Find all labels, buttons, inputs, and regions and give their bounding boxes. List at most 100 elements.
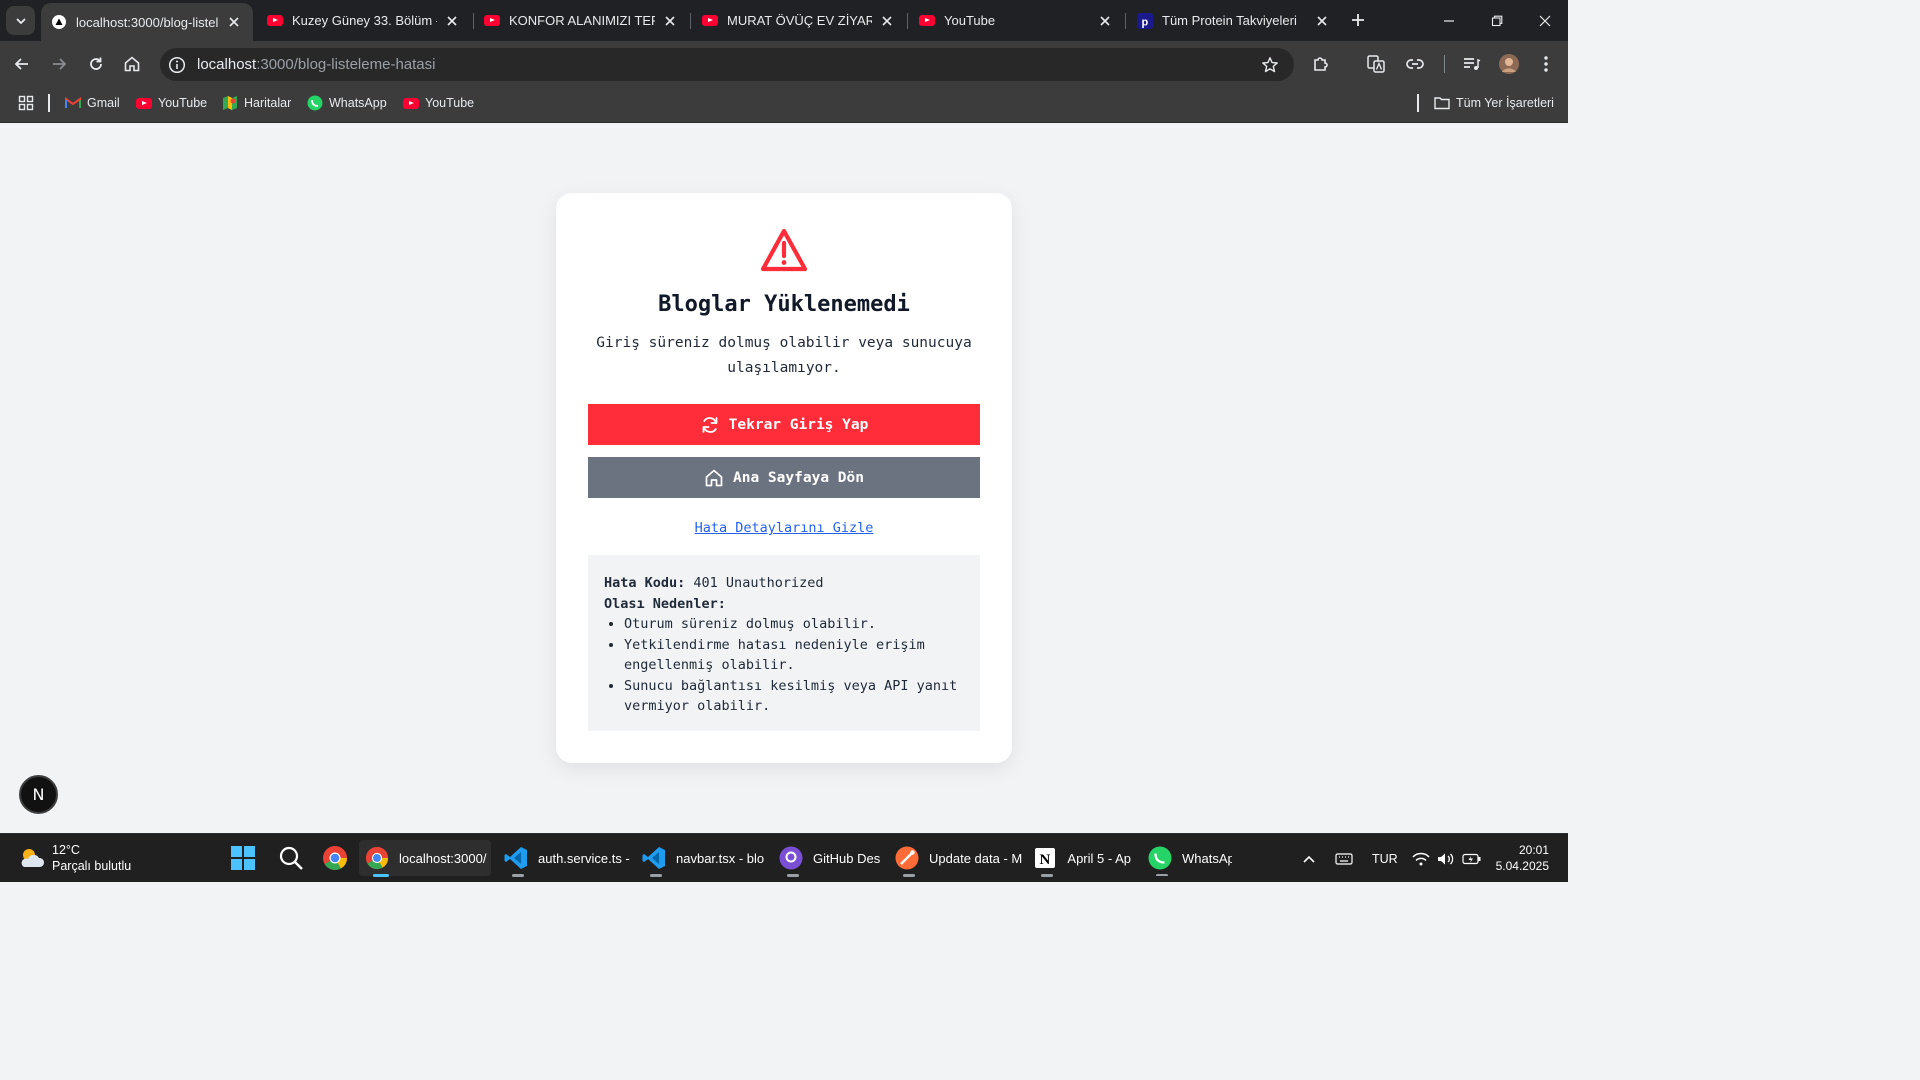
bookmark-whatsapp[interactable]: WhatsApp	[307, 94, 387, 112]
show-hidden-icons-button[interactable]	[1302, 834, 1316, 883]
whatsapp-icon	[307, 95, 323, 111]
search-button[interactable]	[272, 840, 310, 876]
chevron-up-icon	[1303, 855, 1315, 863]
profile-avatar[interactable]	[1495, 50, 1523, 78]
weather-widget[interactable]: 12°C Parçalı bulutlu	[18, 842, 131, 874]
tab-localhost[interactable]: localhost:3000/blog-listeleme-hatasi	[41, 3, 253, 41]
chrome-icon	[323, 846, 347, 871]
keyboard-button[interactable]	[1335, 834, 1353, 883]
tab-separator	[1125, 13, 1126, 29]
p-icon: p	[1137, 12, 1153, 29]
volume-button[interactable]	[1437, 834, 1455, 883]
toggle-details-link[interactable]: Hata Detaylarını Gizle	[556, 520, 1012, 536]
taskbar-app-postman[interactable]: Update data - M	[889, 840, 1022, 877]
close-icon	[1539, 15, 1551, 26]
taskbar-app-vscode-navbar[interactable]: navbar.tsx - blo	[636, 840, 768, 877]
bookmark-star-button[interactable]	[1256, 51, 1284, 79]
all-bookmarks-button[interactable]: Tüm Yer İşaretleri	[1434, 94, 1554, 112]
bookmark-label: Haritalar	[244, 96, 292, 110]
system-clock[interactable]: 20:01 5.04.2025	[1496, 842, 1549, 874]
browser-menu-button[interactable]	[1532, 50, 1560, 78]
close-tab-icon[interactable]	[443, 12, 461, 30]
youtube-icon	[484, 13, 500, 29]
youtube-icon	[702, 13, 718, 29]
translate-button[interactable]	[1362, 50, 1390, 78]
search-icon	[279, 846, 303, 870]
nextjs-dev-badge[interactable]: N	[19, 775, 58, 814]
taskbar-app-label: April 5 - Ap	[1067, 850, 1131, 866]
tab-murat-ovuc[interactable]: MURAT ÖVÜÇ EV ZİYARETİ	[692, 0, 906, 41]
forward-button[interactable]	[45, 50, 73, 78]
site-info-button[interactable]	[163, 51, 191, 79]
reload-button[interactable]	[82, 50, 110, 78]
taskbar-app-localhost[interactable]: localhost:3000/	[359, 840, 491, 877]
extensions-button[interactable]	[1307, 50, 1335, 78]
bookmark-youtube[interactable]: YouTube	[136, 94, 207, 112]
tab-title: YouTube	[944, 13, 996, 28]
close-tab-icon[interactable]	[1313, 12, 1331, 30]
go-home-label: Ana Sayfaya Dön	[733, 469, 864, 486]
bookmarks-divider	[48, 94, 50, 112]
language-indicator[interactable]: TUR	[1372, 834, 1398, 883]
taskbar-app-whatsapp[interactable]: WhatsAp	[1142, 840, 1232, 876]
taskbar-app-github-desktop[interactable]: GitHub Des	[773, 840, 883, 877]
tab-kuzey-guney[interactable]: Kuzey Güney 33. Bölüm - YouTube	[257, 0, 471, 41]
tab-youtube[interactable]: YouTube	[909, 0, 1124, 41]
minimize-button[interactable]	[1425, 0, 1473, 41]
home-icon	[705, 469, 723, 486]
link-icon	[1406, 59, 1424, 69]
tab-konfor[interactable]: KONFOR ALANIMIZI TERK ETTİK	[474, 0, 689, 41]
bookmarks-divider	[1417, 94, 1419, 112]
close-tab-icon[interactable]	[878, 12, 896, 30]
github-desktop-icon	[779, 845, 803, 871]
media-control-button[interactable]	[1457, 50, 1485, 78]
avatar-icon	[1499, 54, 1519, 74]
vscode-icon	[642, 845, 666, 871]
bookmark-label: WhatsApp	[329, 96, 387, 110]
go-home-button[interactable]: Ana Sayfaya Dön	[588, 457, 980, 498]
tab-search-button[interactable]	[6, 6, 35, 35]
restore-button[interactable]	[1473, 0, 1521, 41]
youtube-icon	[267, 13, 283, 29]
chrome-icon	[365, 845, 389, 871]
battery-button[interactable]	[1462, 834, 1482, 883]
new-tab-button[interactable]	[1344, 6, 1372, 34]
restore-icon	[1491, 15, 1503, 26]
error-message: Giriş süreniz dolmuş olabilir veya sunuc…	[596, 335, 972, 376]
link-button[interactable]	[1401, 50, 1429, 78]
close-tab-icon[interactable]	[1096, 12, 1114, 30]
error-code-value: 401 Unauthorized	[693, 575, 824, 591]
address-text[interactable]: localhost:3000/blog-listeleme-hatasi	[197, 56, 435, 73]
taskbar-chrome-pinned[interactable]	[316, 840, 354, 876]
windows-taskbar: 12°C Parçalı bulutlu localhost:3000/ aut…	[0, 833, 1568, 882]
start-button[interactable]	[224, 840, 262, 876]
reasons-list: Oturum süreniz dolmuş olabilir. Yetkilen…	[624, 614, 964, 717]
close-tab-icon[interactable]	[661, 12, 679, 30]
taskbar-app-vscode-auth[interactable]: auth.service.ts -	[498, 840, 630, 877]
wifi-button[interactable]	[1412, 834, 1430, 883]
tab-title: Tüm Protein Takviyeleri	[1162, 13, 1297, 28]
tab-title: Kuzey Güney 33. Bölüm - YouTube	[292, 13, 437, 28]
reload-icon	[90, 57, 102, 70]
retry-login-button[interactable]: Tekrar Giriş Yap	[588, 404, 980, 445]
info-icon	[168, 56, 186, 74]
active-indicator	[373, 874, 389, 877]
taskbar-app-label: localhost:3000/	[399, 850, 487, 866]
clock-time: 20:01	[1518, 843, 1549, 857]
apps-button[interactable]	[18, 94, 34, 112]
bookmark-youtube-2[interactable]: YouTube	[403, 94, 474, 112]
minimize-icon	[1444, 19, 1454, 22]
svg-text:p: p	[1142, 16, 1149, 28]
error-title: Bloglar Yüklenemedi	[658, 292, 910, 317]
back-button[interactable]	[8, 50, 36, 78]
tab-protein[interactable]: p Tüm Protein Takviyeleri	[1127, 0, 1341, 41]
home-button[interactable]	[118, 50, 146, 78]
taskbar-app-notion[interactable]: N April 5 - Ap	[1027, 840, 1137, 877]
bookmark-gmail[interactable]: Gmail	[65, 94, 120, 112]
close-tab-icon[interactable]	[225, 13, 243, 31]
address-host: localhost	[197, 56, 257, 73]
close-window-button[interactable]	[1521, 0, 1569, 41]
bookmark-label: YouTube	[158, 96, 208, 110]
bookmark-maps[interactable]: Haritalar	[222, 94, 291, 112]
retry-login-label: Tekrar Giriş Yap	[728, 416, 869, 433]
